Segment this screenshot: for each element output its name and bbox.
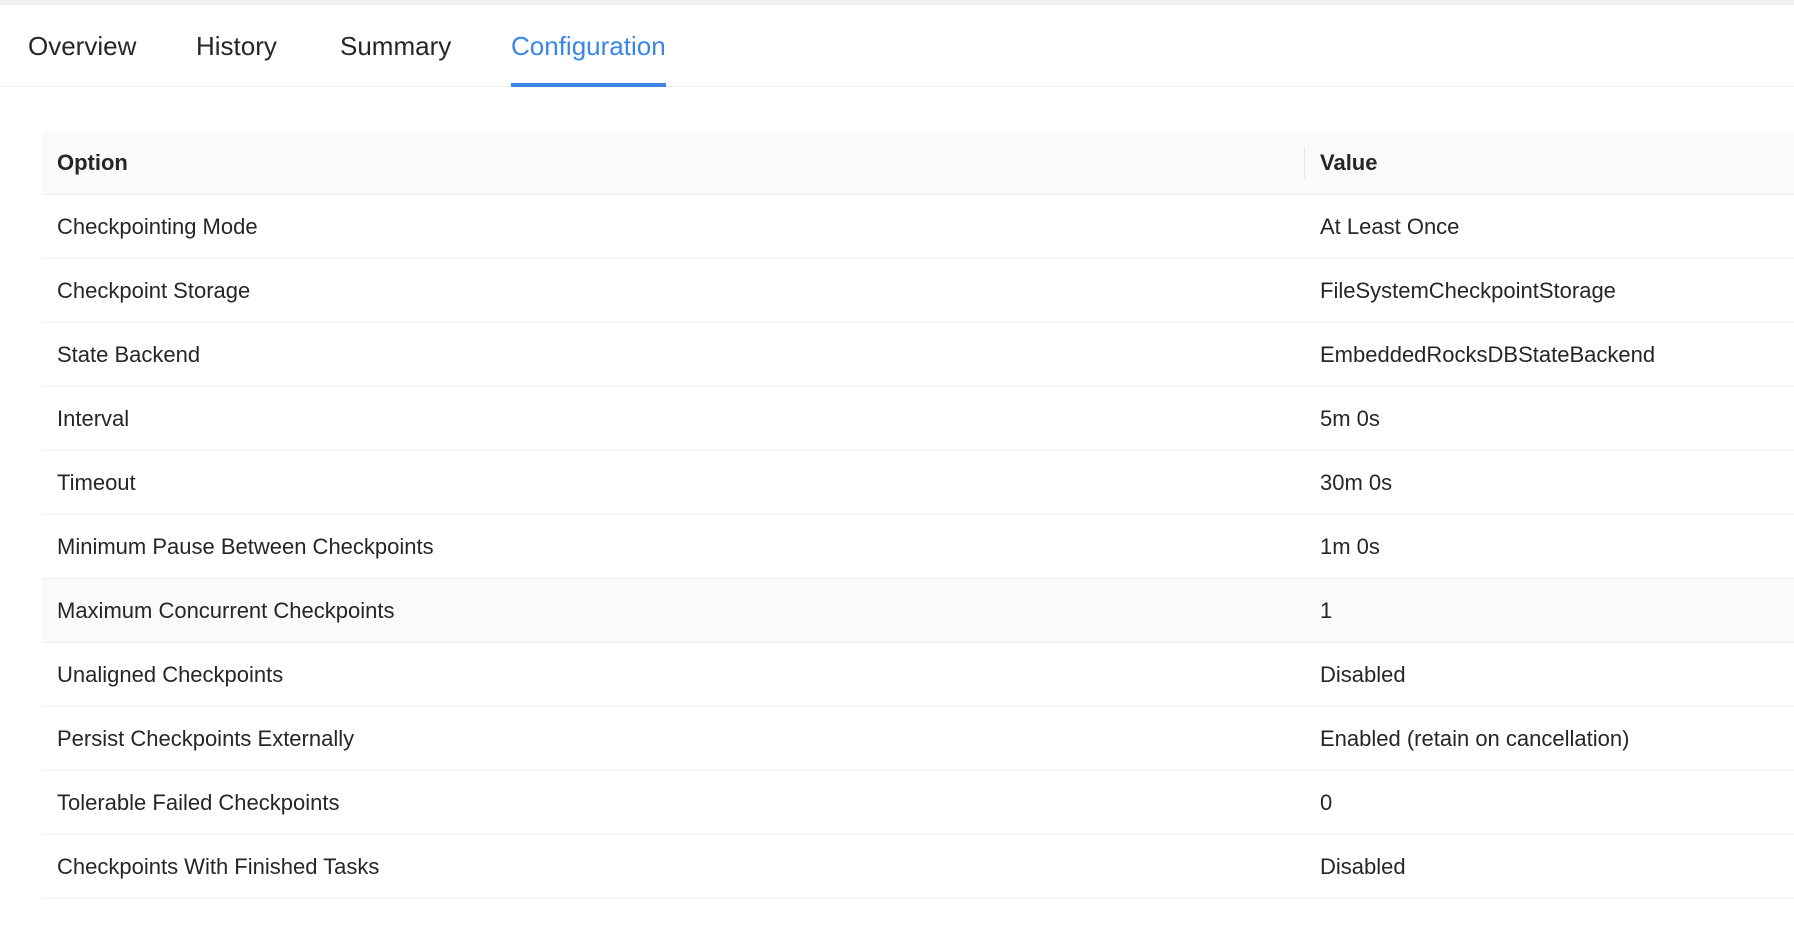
table-row: Checkpoint Storage FileSystemCheckpointS… bbox=[42, 259, 1794, 323]
value-cell: Disabled bbox=[1320, 662, 1406, 687]
table-row: Timeout 30m 0s bbox=[42, 451, 1794, 515]
value-cell: At Least Once bbox=[1320, 214, 1460, 239]
option-cell: Minimum Pause Between Checkpoints bbox=[57, 534, 434, 559]
option-cell: Timeout bbox=[57, 470, 136, 495]
value-cell: 1 bbox=[1320, 598, 1333, 623]
value-cell: 30m 0s bbox=[1320, 470, 1393, 495]
option-cell: Tolerable Failed Checkpoints bbox=[57, 790, 340, 815]
value-cell: Enabled (retain on cancellation) bbox=[1320, 726, 1630, 751]
table-row: Tolerable Failed Checkpoints 0 bbox=[42, 771, 1794, 835]
option-cell: Maximum Concurrent Checkpoints bbox=[57, 598, 395, 623]
table-row: Checkpoints With Finished Tasks Disabled bbox=[42, 835, 1794, 899]
option-cell: Interval bbox=[57, 406, 130, 431]
column-header-option: Option bbox=[57, 150, 128, 175]
tab-history[interactable]: History bbox=[196, 5, 277, 87]
table-row-hovered: Maximum Concurrent Checkpoints 1 bbox=[42, 579, 1794, 643]
value-cell: FileSystemCheckpointStorage bbox=[1320, 278, 1616, 303]
option-cell: State Backend bbox=[57, 342, 201, 367]
table-row: Unaligned Checkpoints Disabled bbox=[42, 643, 1794, 707]
tab-bar: Overview History Summary Configuration bbox=[0, 5, 1794, 87]
option-cell: Checkpoint Storage bbox=[57, 278, 251, 303]
tab-overview[interactable]: Overview bbox=[28, 5, 136, 87]
option-cell: Checkpoints With Finished Tasks bbox=[57, 854, 380, 879]
table-row: Checkpointing Mode At Least Once bbox=[42, 195, 1794, 259]
configuration-table: Option Value Checkpointing Mode At Least… bbox=[42, 131, 1794, 899]
option-cell: Unaligned Checkpoints bbox=[57, 662, 284, 687]
value-cell: 5m 0s bbox=[1320, 406, 1380, 431]
column-divider bbox=[1304, 147, 1305, 179]
table-row: Minimum Pause Between Checkpoints 1m 0s bbox=[42, 515, 1794, 579]
value-cell: EmbeddedRocksDBStateBackend bbox=[1320, 342, 1656, 367]
tab-configuration[interactable]: Configuration bbox=[511, 5, 666, 87]
table-row: State Backend EmbeddedRocksDBStateBacken… bbox=[42, 323, 1794, 387]
value-cell: Disabled bbox=[1320, 854, 1406, 879]
value-cell: 1m 0s bbox=[1320, 534, 1380, 559]
column-header-value: Value bbox=[1320, 150, 1378, 175]
option-cell: Persist Checkpoints Externally bbox=[57, 726, 355, 751]
tab-summary[interactable]: Summary bbox=[340, 5, 451, 87]
table-header: Option Value bbox=[42, 131, 1794, 195]
option-cell: Checkpointing Mode bbox=[57, 214, 258, 239]
table-row: Persist Checkpoints Externally Enabled (… bbox=[42, 707, 1794, 771]
table-row: Interval 5m 0s bbox=[42, 387, 1794, 451]
value-cell: 0 bbox=[1320, 790, 1333, 815]
